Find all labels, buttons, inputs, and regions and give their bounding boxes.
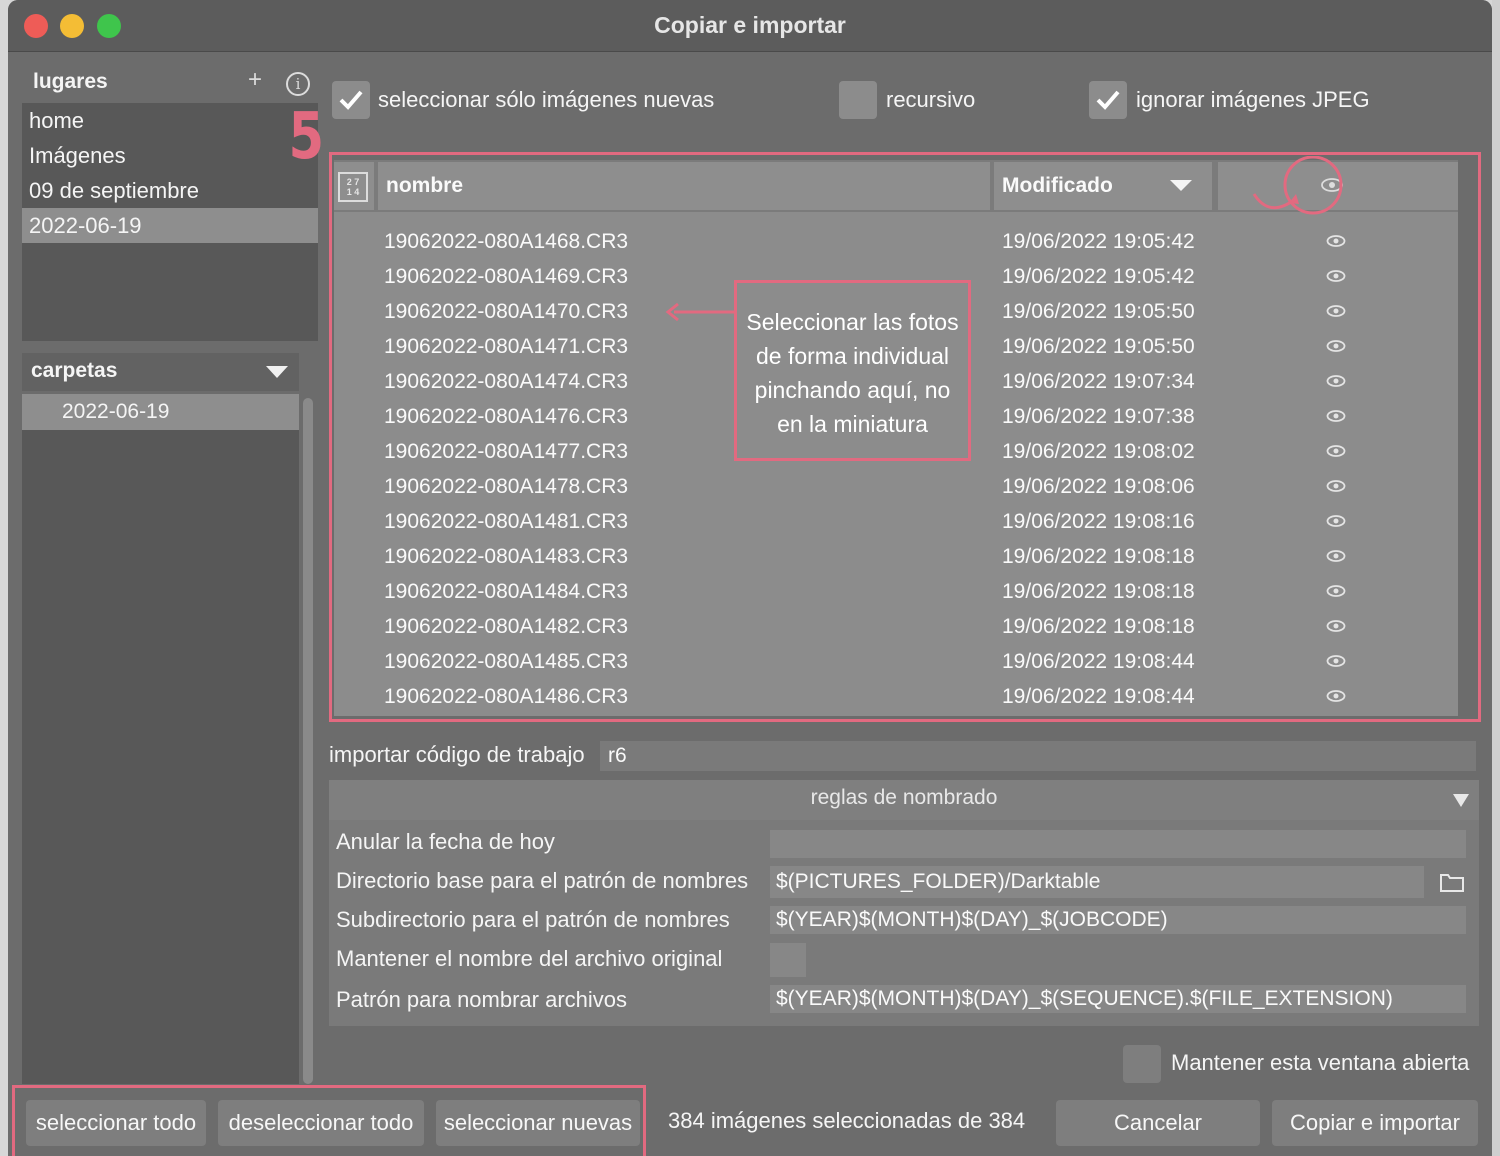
place-item-images[interactable]: Imágenes	[22, 138, 318, 173]
places-header: lugares	[33, 70, 108, 93]
naming-rules-title: reglas de nombrado	[810, 786, 998, 809]
folder-item-2022-06-19[interactable]: 2022-06-19	[22, 394, 299, 430]
desktop-edge	[1492, 0, 1500, 1156]
title-bar: Copiar e importar	[8, 0, 1492, 52]
place-item-home[interactable]: home	[22, 103, 318, 138]
sub-dir-input[interactable]: $(YEAR)$(MONTH)$(DAY)_$(JOBCODE)	[770, 906, 1466, 934]
eye-annotation-circle-icon	[1252, 156, 1343, 215]
annotation-box: Seleccionar las fotos de forma individua…	[734, 280, 971, 461]
step-number-annotation: 5	[288, 100, 325, 174]
override-date-input[interactable]	[770, 830, 1466, 858]
import-dialog: Copiar e importar lugares + i home Imáge…	[8, 0, 1492, 1156]
base-dir-input[interactable]: $(PICTURES_FOLDER)/Darktable	[770, 866, 1424, 898]
base-dir-label: Directorio base para el patrón de nombre…	[336, 868, 749, 893]
folder-browse-icon[interactable]	[1433, 866, 1471, 898]
naming-rules-header[interactable]: reglas de nombrado	[329, 780, 1479, 820]
annotation-line-1: Seleccionar las fotos	[746, 309, 959, 335]
selection-count: 384 imágenes seleccionadas de 384	[668, 1108, 1026, 1133]
keep-open-label: Mantener esta ventana abierta	[1171, 1050, 1470, 1075]
add-place-icon[interactable]: +	[248, 66, 262, 94]
annotation-text: Seleccionar las fotos de forma individua…	[737, 305, 968, 441]
checkmark-icon	[1096, 90, 1120, 110]
window-title: Copiar e importar	[654, 12, 846, 38]
only-new-checkbox[interactable]	[332, 81, 370, 119]
chevron-down-icon	[266, 366, 288, 378]
cancel-button[interactable]: Cancelar	[1056, 1100, 1260, 1146]
keep-name-checkbox[interactable]	[770, 943, 806, 977]
only-new-label: seleccionar sólo imágenes nuevas	[378, 87, 715, 112]
place-item-2022-06-19[interactable]: 2022-06-19	[22, 208, 318, 243]
keep-open-checkbox[interactable]	[1123, 1045, 1161, 1083]
folders-scrollbar[interactable]	[303, 398, 313, 1084]
annotation-line-3: pinchando aquí, no	[754, 377, 951, 403]
folders-tree: 2022-06-19	[22, 394, 299, 1084]
ignore-jpeg-checkbox[interactable]	[1089, 81, 1127, 119]
checkmark-icon	[339, 90, 363, 110]
annotation-line-4: en la miniatura	[777, 411, 928, 437]
recursive-checkbox[interactable]	[839, 81, 877, 119]
folders-header[interactable]: carpetas	[22, 353, 299, 391]
recursive-label: recursivo	[886, 87, 976, 112]
file-pattern-label: Patrón para nombrar archivos	[336, 987, 628, 1012]
sub-dir-label: Subdirectorio para el patrón de nombres	[336, 907, 730, 932]
place-item-september[interactable]: 09 de septiembre	[22, 173, 318, 208]
annotation-arrow-icon	[665, 302, 736, 322]
jobcode-input[interactable]: r6	[600, 741, 1476, 771]
override-date-label: Anular la fecha de hoy	[336, 829, 555, 854]
places-list: home Imágenes 09 de septiembre 2022-06-1…	[22, 103, 318, 341]
selection-buttons-highlight	[12, 1085, 646, 1156]
file-pattern-input[interactable]: $(YEAR)$(MONTH)$(DAY)_$(SEQUENCE).$(FILE…	[770, 985, 1466, 1013]
jobcode-label: importar código de trabajo	[329, 742, 585, 767]
info-icon[interactable]: i	[286, 72, 310, 96]
naming-rules-section: reglas de nombrado Anular la fecha de ho…	[329, 780, 1479, 1026]
keep-name-label: Mantener el nombre del archivo original	[336, 946, 723, 971]
copy-import-button[interactable]: Copiar e importar	[1272, 1100, 1478, 1146]
expand-triangle-icon	[1453, 794, 1469, 807]
annotation-line-2: de forma individual	[755, 343, 950, 369]
folders-header-label: carpetas	[31, 359, 118, 382]
ignore-jpeg-label: ignorar imágenes JPEG	[1136, 87, 1370, 112]
